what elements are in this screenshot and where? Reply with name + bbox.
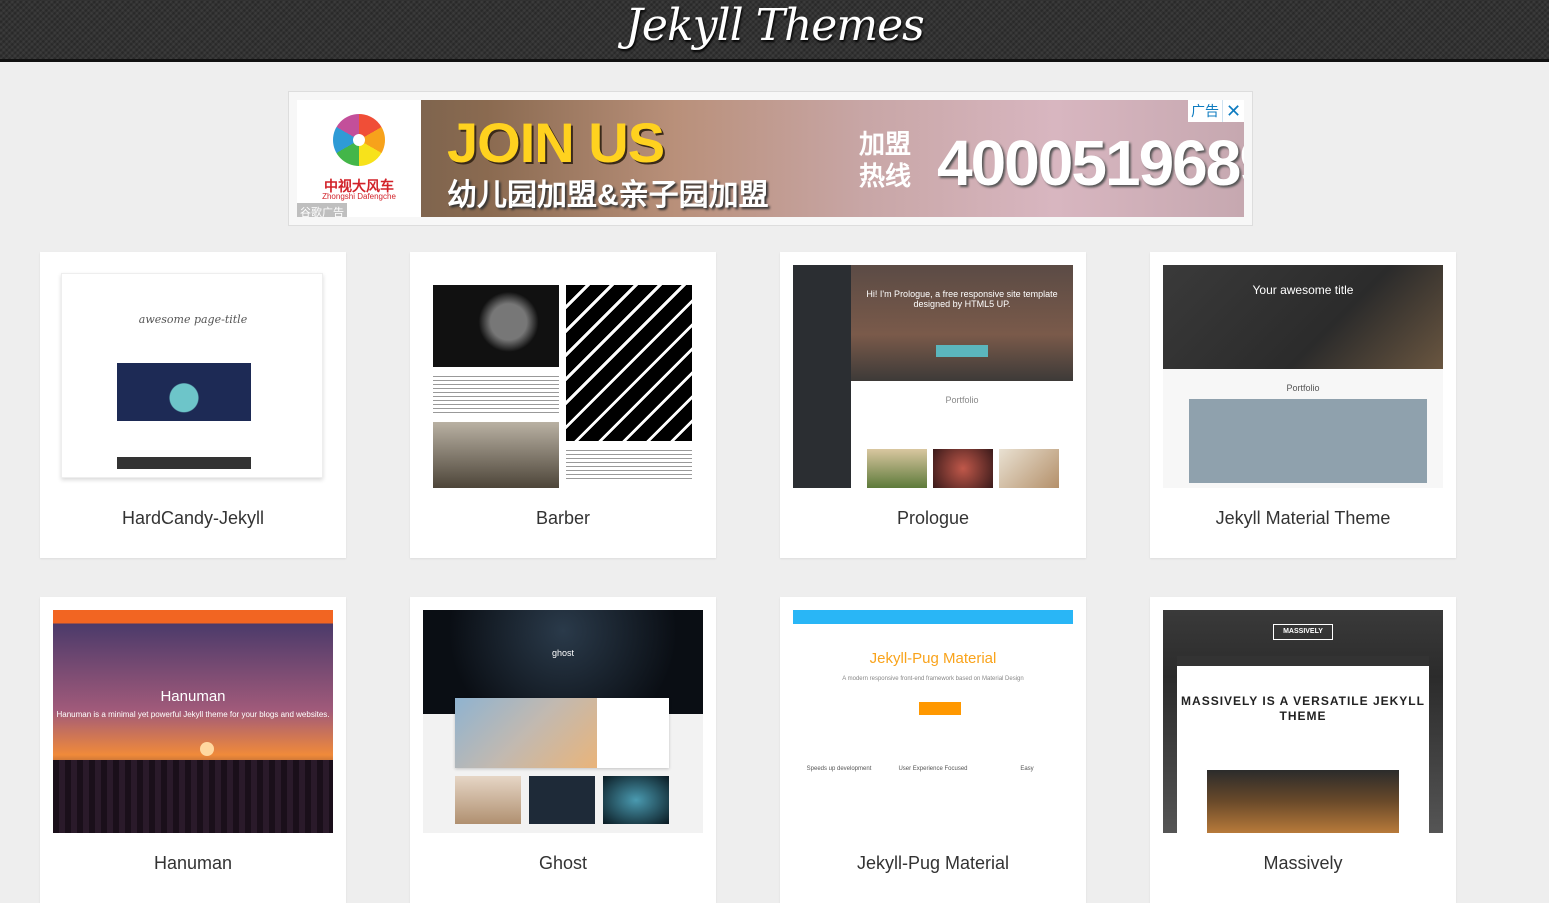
site-header: Jekyll Themes [0,0,1549,62]
theme-name[interactable]: Ghost [410,853,716,874]
preview-section-title: Portfolio [1286,383,1320,393]
theme-name[interactable]: HardCandy-Jekyll [40,508,346,529]
preview-feature: Speeds up development [806,766,872,772]
preview-navbar [793,610,1073,624]
theme-card-massively[interactable]: MASSIVELY MASSIVELY IS A VERSATILE JEKYL… [1150,597,1456,903]
ad-logo: 中视大风车 Zhongshi Dafengche [297,100,421,217]
preview-subtitle: A modern responsive front-end framework … [842,676,1024,682]
theme-name[interactable]: Prologue [780,508,1086,529]
theme-thumbnail[interactable] [423,265,703,488]
preview-image [529,776,595,824]
theme-thumbnail[interactable]: Hi! I'm Prologue, a free responsive site… [793,265,1073,488]
preview-hero-text: Your awesome title [1252,283,1354,297]
preview-image [455,698,597,768]
preview-image [566,285,692,441]
preview-hero-text: Hanuman [160,688,226,705]
preview-button [936,345,988,357]
site-title[interactable]: Jekyll Themes [625,0,924,52]
ad-close-icon[interactable]: ✕ [1222,100,1244,122]
preview-hero-text: ghost [551,648,575,658]
preview-image [455,776,521,824]
ad-brand-sub: Zhongshi Dafengche [322,192,396,201]
theme-card-hanuman[interactable]: Hanuman Hanuman is a minimal yet powerfu… [40,597,346,903]
theme-thumbnail[interactable]: Jekyll-Pug Material A modern responsive … [793,610,1073,833]
preview-navbar [1177,656,1429,666]
theme-card-ghost[interactable]: ghost Ghost [410,597,716,903]
preview-image [433,422,559,488]
theme-card-prologue[interactable]: Hi! I'm Prologue, a free responsive site… [780,252,1086,558]
theme-name[interactable]: Jekyll-Pug Material [780,853,1086,874]
theme-thumbnail[interactable]: ghost [423,610,703,833]
preview-hero [851,265,1073,381]
theme-thumbnail[interactable]: Your awesome title Portfolio [1163,265,1443,488]
theme-card-barber[interactable]: Barber [410,252,716,558]
preview-title: awesome page-title [138,313,248,326]
preview-panel [1189,399,1427,483]
ad-phone: 4000519689 [937,127,1244,199]
preview-section-title: Portfolio [945,395,979,405]
ad-choices-tag[interactable]: 广告 [1188,100,1222,122]
theme-thumbnail[interactable]: MASSIVELY MASSIVELY IS A VERSATILE JEKYL… [1163,610,1443,833]
preview-image [603,776,669,824]
preview-sidebar [793,265,851,488]
preview-image [433,285,559,367]
preview-text [433,373,559,413]
preview-trees [53,760,333,833]
theme-name[interactable]: Barber [410,508,716,529]
preview-image [999,449,1059,488]
preview-image [117,363,251,421]
theme-thumbnail[interactable]: awesome page-title [53,265,333,488]
preview-feature: Easy [1020,766,1034,772]
preview-sun [200,742,214,756]
theme-card-jekyll-material[interactable]: Your awesome title Portfolio Jekyll Mate… [1150,252,1456,558]
theme-card-jekyll-pug[interactable]: Jekyll-Pug Material A modern responsive … [780,597,1086,903]
ad-banner[interactable]: 中视大风车 Zhongshi Dafengche 谷歌广告 JOIN US 幼儿… [297,100,1244,217]
preview-hero-text: MASSIVELY IS A VERSATILE JEKYLL THEME [1181,694,1425,723]
ad-subline: 幼儿园加盟&亲子园加盟 [447,179,769,212]
preview-text [566,447,692,481]
theme-name[interactable]: Hanuman [40,853,346,874]
theme-name[interactable]: Massively [1150,853,1456,874]
theme-card-hardcandy[interactable]: awesome page-title HardCandy-Jekyll [40,252,346,558]
ad-hotline-label: 加盟热线 [859,129,912,191]
ad-container: 中视大风车 Zhongshi Dafengche 谷歌广告 JOIN US 幼儿… [288,91,1253,226]
pinwheel-icon [333,114,385,166]
preview-image [867,449,927,488]
theme-name[interactable]: Jekyll Material Theme [1150,508,1456,529]
preview-subtitle: Hanuman is a minimal yet powerful Jekyll… [56,710,330,719]
theme-thumbnail[interactable]: Hanuman Hanuman is a minimal yet powerfu… [53,610,333,833]
preview-feature: User Experience Focused [898,766,968,772]
ad-google-label: 谷歌广告 [297,203,347,217]
preview-logo: MASSIVELY [1273,624,1333,640]
preview-hero [1163,265,1443,369]
preview-footer [117,457,251,469]
preview-image [933,449,993,488]
ad-headline: JOIN US [447,111,665,174]
preview-button [919,702,961,715]
preview-hero-text: Hi! I'm Prologue, a free responsive site… [866,289,1058,309]
preview-hero-text: Jekyll-Pug Material [869,650,997,667]
